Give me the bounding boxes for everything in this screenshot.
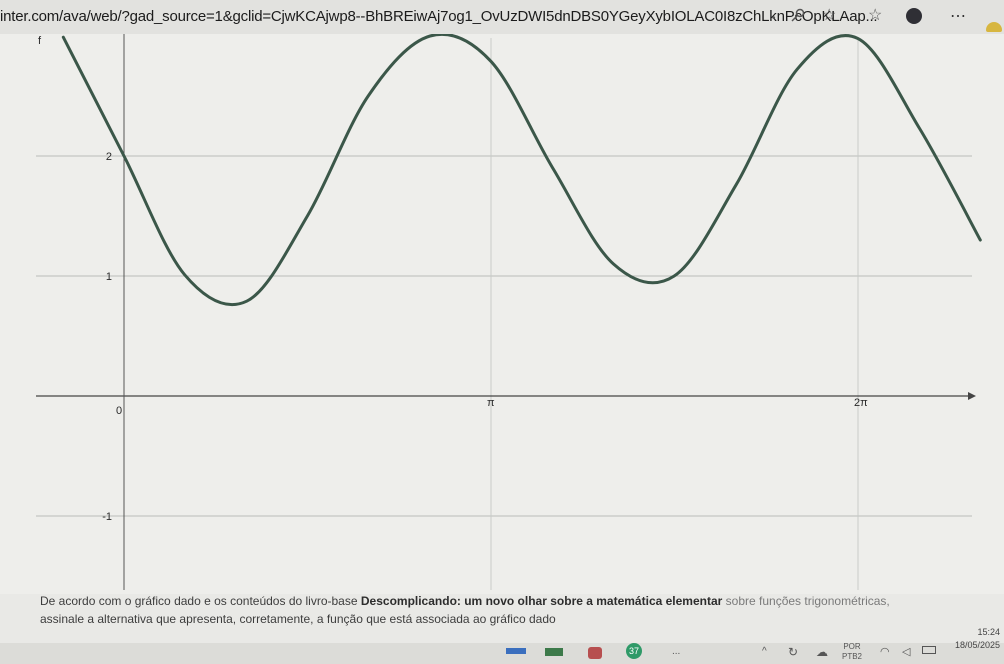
key-icon[interactable]	[790, 7, 806, 28]
cloud-icon[interactable]: ☁	[816, 645, 828, 659]
favorite-star-icon[interactable]: ☆	[822, 7, 836, 25]
taskbar-overflow[interactable]: ...	[672, 646, 680, 657]
x-tick-label: 0	[116, 405, 122, 417]
clock-date: 18/05/2025	[954, 640, 1000, 650]
copilot-icon[interactable]	[986, 22, 1002, 32]
favorites-list-icon[interactable]: ☆	[868, 7, 882, 25]
taskbar-app-icon[interactable]	[506, 648, 526, 654]
notification-badge[interactable]: 37	[626, 643, 642, 659]
series-line	[61, 34, 982, 307]
battery-icon[interactable]	[922, 646, 936, 654]
url-text[interactable]: inter.com/ava/web/?gad_source=1&gclid=Cj…	[0, 8, 878, 25]
taskbar-app-icon[interactable]	[545, 648, 563, 656]
clock-time: 15:24	[977, 627, 1000, 637]
function-graph: f 0 π 2π 2 1 -1	[36, 34, 982, 590]
volume-icon[interactable]: ◁	[902, 645, 910, 658]
x-axis-arrow	[968, 392, 976, 400]
tick-labels: 0 π 2π 2 1 -1	[102, 151, 868, 523]
key-icon-glyph	[791, 8, 805, 22]
more-options-icon[interactable]: ⋯	[950, 6, 966, 26]
x-tick-label: 2π	[854, 397, 868, 409]
question-line-1-end: sobre funções trigonométricas,	[725, 594, 890, 608]
question-text: De acordo com o gráfico dado e os conteú…	[40, 592, 890, 628]
language-code: POR	[843, 642, 861, 651]
y-axis-label: f	[38, 35, 42, 47]
tray-chevron-up-icon[interactable]: ^	[762, 646, 767, 657]
language-indicator[interactable]: POR PTB2	[842, 642, 862, 662]
x-tick-label: π	[487, 397, 495, 409]
profile-avatar-icon[interactable]	[906, 8, 922, 24]
wifi-icon[interactable]: ◠	[880, 645, 890, 658]
question-line-1: De acordo com o gráfico dado e os conteú…	[40, 592, 890, 610]
sync-icon[interactable]: ↻	[788, 645, 798, 659]
book-title: Descomplicando: um novo olhar sobre a ma…	[360, 594, 723, 608]
keyboard-layout: PTB2	[842, 652, 863, 661]
site-info-dot-icon[interactable]: •	[772, 10, 776, 28]
taskbar: 37 ... ^ ↻ ☁ POR PTB2 ◠ ◁	[0, 642, 1004, 664]
y-tick-label: 2	[106, 151, 112, 163]
address-bar[interactable]: inter.com/ava/web/?gad_source=1&gclid=Cj…	[0, 0, 1004, 34]
y-tick-label: -1	[102, 511, 112, 523]
question-line-2: assinale a alternativa que apresenta, co…	[40, 612, 556, 626]
grid-lines	[36, 38, 972, 590]
clock[interactable]: 15:24 18/05/2025	[950, 626, 1000, 652]
graph-area: f 0 π 2π 2 1 -1	[0, 34, 1004, 594]
series-points	[63, 35, 981, 302]
question-line-1-start: De acordo com o gráfico dado e os conteú…	[40, 594, 358, 608]
y-tick-label: 1	[106, 271, 112, 283]
taskbar-app-icon[interactable]	[588, 647, 602, 659]
